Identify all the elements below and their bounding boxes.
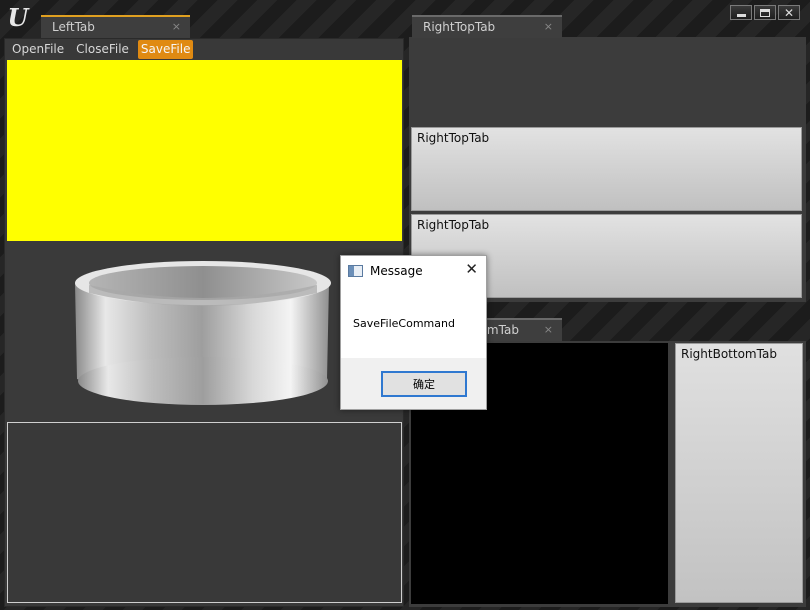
maximize-button[interactable] bbox=[754, 5, 776, 20]
right-bottom-box: RightBottomTab bbox=[675, 343, 803, 603]
message-dialog: Message ✕ SaveFileCommand 确定 bbox=[340, 255, 487, 410]
close-window-button[interactable]: ✕ bbox=[778, 5, 800, 20]
minimize-icon bbox=[736, 13, 746, 17]
dialog-footer: 确定 bbox=[341, 358, 486, 409]
tab-left-close-icon[interactable]: × bbox=[172, 17, 181, 37]
tab-right-top[interactable]: RightTopTab × bbox=[412, 15, 562, 38]
window-icon bbox=[348, 265, 363, 277]
dialog-close-icon[interactable]: ✕ bbox=[465, 262, 478, 277]
close-icon: ✕ bbox=[783, 5, 795, 20]
maximize-icon bbox=[760, 8, 770, 17]
menu-item-open-file[interactable]: OpenFile bbox=[9, 40, 67, 59]
dialog-message: SaveFileCommand bbox=[353, 317, 455, 330]
logo-glyph: U bbox=[7, 3, 29, 32]
tab-right-bottom-close-icon[interactable]: × bbox=[544, 320, 553, 340]
right-top-box-2-label: RightTopTab bbox=[417, 218, 490, 232]
ok-button[interactable]: 确定 bbox=[381, 371, 467, 397]
tab-right-top-close-icon[interactable]: × bbox=[544, 17, 553, 37]
right-bottom-box-label: RightBottomTab bbox=[681, 347, 777, 361]
menu-item-close-file[interactable]: CloseFile bbox=[73, 40, 132, 59]
dialog-title-bar[interactable]: Message ✕ bbox=[341, 256, 486, 286]
tab-left-label: LeftTab bbox=[52, 20, 95, 34]
minimize-button[interactable] bbox=[730, 5, 752, 20]
right-top-box-1: RightTopTab bbox=[411, 127, 802, 211]
menu-bar: OpenFile CloseFile SaveFile bbox=[4, 40, 194, 59]
tab-left[interactable]: LeftTab × bbox=[41, 15, 190, 38]
menu-item-save-file[interactable]: SaveFile bbox=[137, 40, 194, 59]
app-logo-icon: U bbox=[4, 4, 32, 32]
tab-right-top-label: RightTopTab bbox=[423, 20, 496, 34]
window-controls: ✕ bbox=[730, 5, 800, 20]
right-top-box-1-label: RightTopTab bbox=[417, 131, 490, 145]
yellow-color-area bbox=[7, 60, 402, 241]
dialog-title: Message bbox=[370, 264, 423, 278]
left-bottom-box bbox=[7, 422, 402, 603]
